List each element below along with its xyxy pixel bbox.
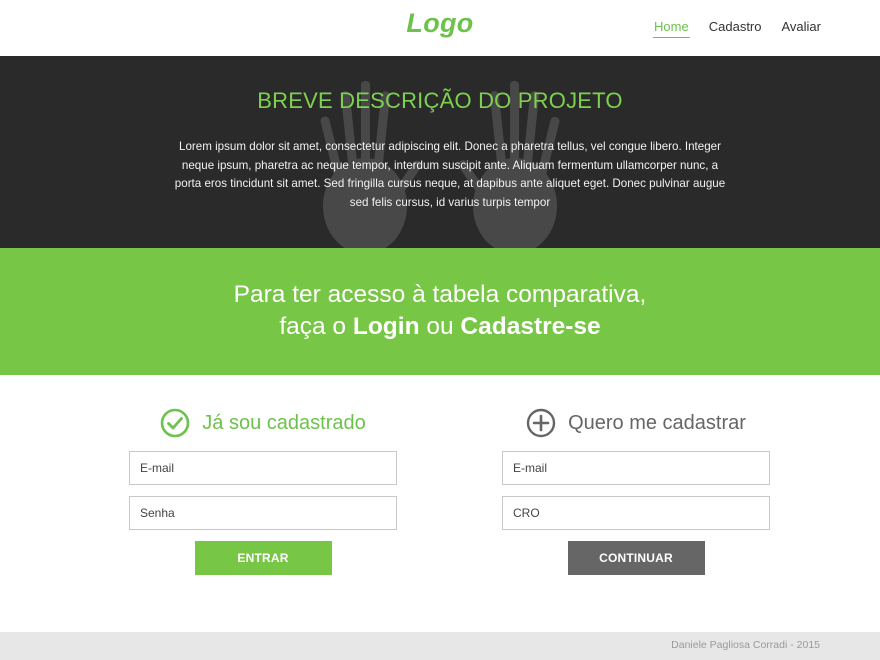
banner-line-2: faça o Login ou Cadastre-se: [0, 313, 880, 341]
hero-description: Lorem ipsum dolor sit amet, consectetur …: [174, 140, 726, 209]
banner-text-mid: ou: [419, 313, 461, 340]
login-submit-button[interactable]: ENTRAR: [194, 541, 332, 575]
site-header: Logo Home Cadastro Avaliar: [0, 0, 880, 57]
site-footer: Daniele Pagliosa Corradi - 2015: [0, 632, 880, 660]
login-form: Já sou cadastrado ENTRAR: [129, 405, 397, 575]
banner-line-1: Para ter acesso à tabela comparativa,: [233, 281, 647, 308]
check-circle-icon: [160, 408, 190, 438]
plus-circle-icon: [526, 408, 556, 438]
nav-item-home[interactable]: Home: [653, 19, 690, 38]
main-nav: Home Cadastro Avaliar: [653, 19, 822, 38]
login-password-input[interactable]: [129, 496, 397, 530]
banner-text-pre: faça o: [279, 313, 353, 340]
login-title: Já sou cadastrado: [202, 411, 366, 434]
footer-credit: Daniele Pagliosa Corradi - 2015: [671, 639, 820, 651]
hero-section: BREVE DESCRIÇÃO DO PROJETO Lorem ipsum d…: [0, 56, 880, 248]
register-heading: Quero me cadastrar: [502, 405, 770, 441]
register-email-input[interactable]: [502, 451, 770, 485]
login-email-input[interactable]: [129, 451, 397, 485]
hero-title: BREVE DESCRIÇÃO DO PROJETO: [257, 88, 623, 113]
banner-signup-word: Cadastre-se: [460, 313, 601, 340]
nav-item-cadastro[interactable]: Cadastro: [708, 19, 763, 38]
access-banner: Para ter acesso à tabela comparativa, fa…: [0, 248, 880, 375]
register-form: Quero me cadastrar CONTINUAR: [502, 405, 770, 575]
register-title: Quero me cadastrar: [568, 411, 746, 434]
nav-item-avaliar[interactable]: Avaliar: [780, 19, 822, 38]
login-heading: Já sou cadastrado: [129, 405, 397, 441]
banner-login-word: Login: [352, 313, 420, 340]
register-cro-input[interactable]: [502, 496, 770, 530]
register-continue-button[interactable]: CONTINUAR: [567, 541, 705, 575]
